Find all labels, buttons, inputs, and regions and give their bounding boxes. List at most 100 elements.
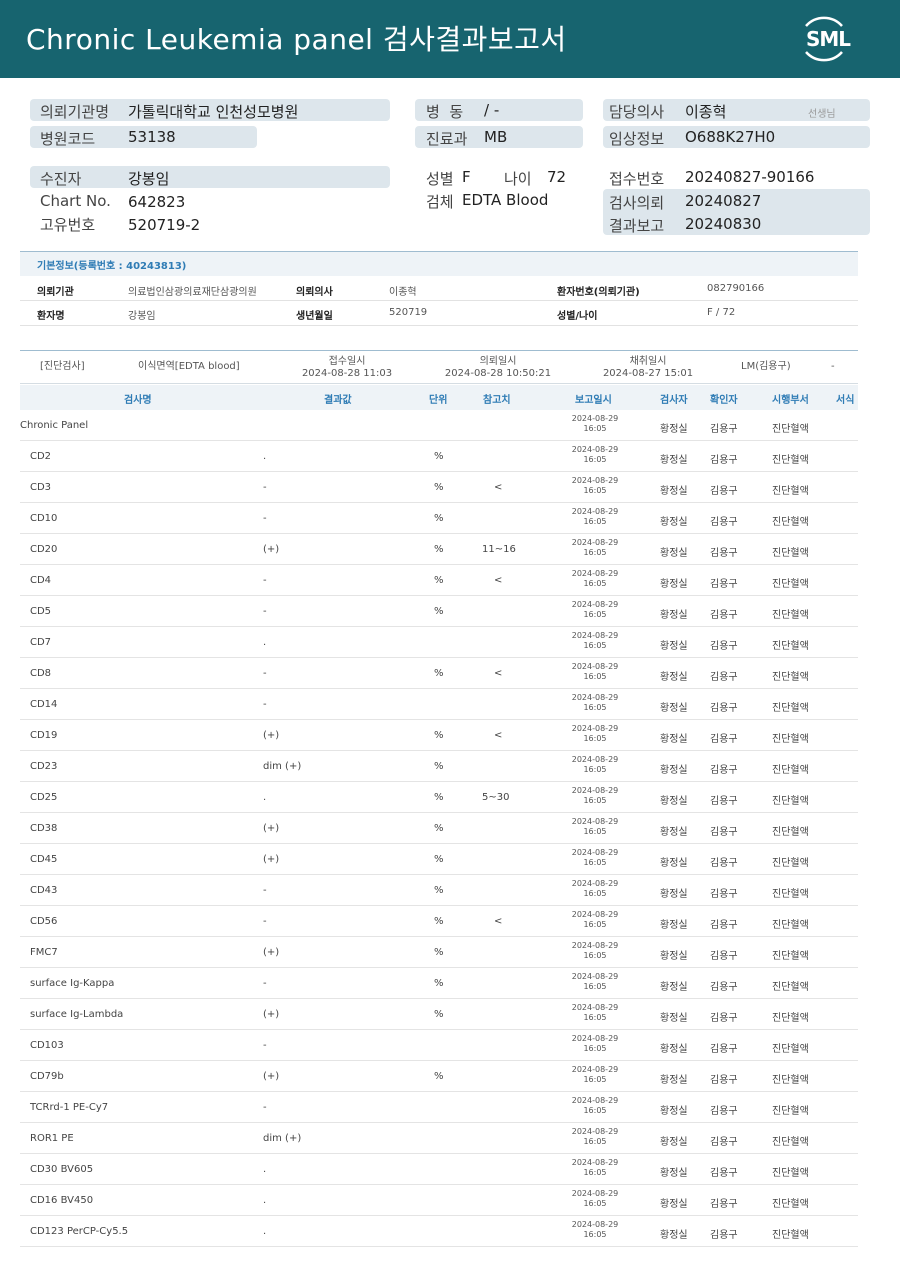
- confirmer-name: 김용구: [710, 951, 738, 962]
- test-result: -: [263, 699, 267, 710]
- report-datetime: 2024-08-29 16:05: [565, 941, 625, 961]
- table-row: FMC7 (+)% 2024-08-29 16:05 황정실 김용구 진단혈액: [20, 937, 858, 968]
- tester-name: 황정실: [660, 827, 688, 838]
- tester-name: 황정실: [660, 455, 688, 466]
- confirmer-name: 김용구: [710, 672, 738, 683]
- dept-name: 진단혈액: [772, 1044, 809, 1055]
- report-time: 16:05: [583, 424, 607, 433]
- tester-name: 황정실: [660, 1106, 688, 1117]
- requesting-org-value: 가톨릭대학교 인천성모병원: [128, 103, 299, 121]
- doctor-value: 이종혁: [685, 103, 727, 121]
- specimen-value: EDTA Blood: [462, 191, 549, 209]
- report-datetime: 2024-08-29 16:05: [565, 476, 625, 496]
- report-datetime: 2024-08-29 16:05: [565, 445, 625, 465]
- unique-value: 520719-2: [128, 216, 201, 234]
- report-date: 2024-08-29: [571, 786, 619, 795]
- test-result: (+): [263, 947, 280, 958]
- table-row: TCRrd-1 PE-Cy7 - 2024-08-29 16:05 황정실 김용구 진단혈액: [20, 1092, 858, 1123]
- report-datetime: 2024-08-29 16:05: [565, 538, 625, 558]
- report-time: 16:05: [583, 455, 607, 464]
- table-row: CD56 -% <2024-08-29 16:05 황정실 김용구 진단혈액: [20, 906, 858, 937]
- confirmer-name: 김용구: [710, 1230, 738, 1241]
- test-result: .: [263, 637, 267, 648]
- test-name: CD30 BV605: [30, 1164, 94, 1175]
- test-name: CD45: [30, 854, 58, 865]
- test-name: CD4: [30, 575, 52, 586]
- test-unit: %: [434, 1071, 444, 1082]
- report-datetime: 2024-08-29 16:05: [565, 693, 625, 713]
- report-date: 2024-08-29: [571, 1158, 619, 1167]
- confirmer-name: 김용구: [710, 982, 738, 993]
- table-row: CD43 -% 2024-08-29 16:05 황정실 김용구 진단혈액: [20, 875, 858, 906]
- field-bg: [30, 166, 390, 188]
- test-ref: <: [494, 730, 503, 741]
- table-row: CD8 -% <2024-08-29 16:05 황정실 김용구 진단혈액: [20, 658, 858, 689]
- report-date: 2024-08-29: [571, 755, 619, 764]
- ward-label: 병 동: [426, 103, 464, 121]
- tester-name: 황정실: [660, 920, 688, 931]
- report-date: 2024-08-29: [571, 1065, 619, 1074]
- report-time: 16:05: [583, 517, 607, 526]
- report-date: 2024-08-29: [571, 724, 619, 733]
- report-datetime: 2024-08-29 16:05: [565, 910, 625, 930]
- report-datetime: 2024-08-29 16:05: [565, 755, 625, 775]
- test-unit: %: [434, 916, 444, 927]
- result-report-value: 20240830: [685, 215, 762, 233]
- confirmer-name: 김용구: [710, 827, 738, 838]
- requesting-org-label: 의뢰기관명: [40, 103, 110, 121]
- table-row: ROR1 PE dim (+) 2024-08-29 16:05 황정실 김용구 진단혈액: [20, 1123, 858, 1154]
- receipt-datetime-value: 2024-08-28 11:03: [301, 368, 393, 379]
- tester-name: 황정실: [660, 858, 688, 869]
- test-result: (+): [263, 730, 280, 741]
- dept-name: 진단혈액: [772, 1168, 809, 1179]
- test-result: -: [263, 575, 267, 586]
- table-row: CD30 BV605. 2024-08-29 16:05 황정실 김용구 진단혈액: [20, 1154, 858, 1185]
- dept-name: 진단혈액: [772, 1199, 809, 1210]
- report-time: 16:05: [583, 1044, 607, 1053]
- tester-name: 황정실: [660, 486, 688, 497]
- test-name: CD103: [30, 1040, 64, 1051]
- table-row: CD14 - 2024-08-29 16:05 황정실 김용구 진단혈액: [20, 689, 858, 720]
- test-unit: %: [434, 544, 444, 555]
- confirmer-name: 김용구: [710, 486, 738, 497]
- test-name: CD2: [30, 451, 52, 462]
- basic-info-title: 기본정보(등록번호 : 40243813): [37, 261, 187, 272]
- dept-name: 진단혈액: [772, 1013, 809, 1024]
- dept-name: 진단혈액: [772, 486, 809, 497]
- report-time: 16:05: [583, 858, 607, 867]
- dept-name: 진단혈액: [772, 920, 809, 931]
- request-datetime-label: 의뢰일시: [479, 356, 517, 367]
- hospital-code-value: 53138: [128, 128, 176, 146]
- confirmer-name: 김용구: [710, 579, 738, 590]
- test-unit: %: [434, 947, 444, 958]
- age-label: 나이: [504, 170, 532, 188]
- col-result: 결과값: [324, 395, 352, 406]
- test-result: (+): [263, 544, 280, 555]
- report-title: Chronic Leukemia panel 검사결과보고서: [26, 23, 567, 56]
- report-time: 16:05: [583, 889, 607, 898]
- lab-name: LM(김용구): [741, 361, 791, 372]
- confirmer-name: 김용구: [710, 1106, 738, 1117]
- test-name: ROR1 PE: [30, 1133, 74, 1144]
- tester-name: 황정실: [660, 765, 688, 776]
- patient-label: 수진자: [40, 170, 82, 188]
- report-date: 2024-08-29: [571, 600, 619, 609]
- divider: [20, 300, 858, 301]
- test-name: CD20: [30, 544, 58, 555]
- confirmer-name: 김용구: [710, 610, 738, 621]
- test-result: -: [263, 1102, 267, 1113]
- confirmer-name: 김용구: [710, 703, 738, 714]
- tester-name: 황정실: [660, 703, 688, 714]
- receipt-datetime: 접수일시 2024-08-28 11:03: [297, 356, 397, 380]
- report-time: 16:05: [583, 951, 607, 960]
- test-result: .: [263, 1164, 267, 1175]
- report-datetime: 2024-08-29 16:05: [565, 1220, 625, 1240]
- report-date: 2024-08-29: [571, 662, 619, 671]
- basic-sex-age-value: F / 72: [707, 307, 736, 318]
- report-datetime: 2024-08-29 16:05: [565, 879, 625, 899]
- report-date: 2024-08-29: [571, 1127, 619, 1136]
- test-unit: %: [434, 761, 444, 772]
- test-result: -: [263, 606, 267, 617]
- report-date: 2024-08-29: [571, 538, 619, 547]
- table-row: CD38 (+)% 2024-08-29 16:05 황정실 김용구 진단혈액: [20, 813, 858, 844]
